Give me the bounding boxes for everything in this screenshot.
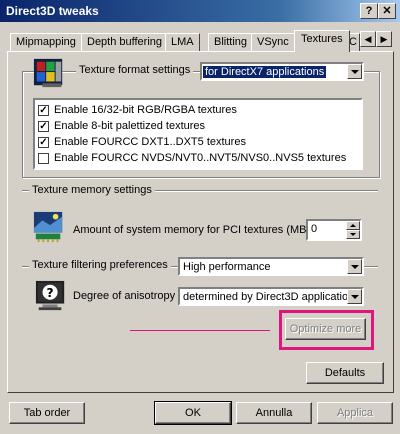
tab-scroll-right-button[interactable]: ▶ — [376, 31, 392, 47]
checkbox-unchecked-icon[interactable] — [38, 153, 49, 164]
checkbox-checked-icon[interactable]: ✓ — [38, 105, 49, 116]
texture-format-label: Texture format settings — [76, 64, 194, 76]
memory-amount-value[interactable]: 0 — [311, 223, 317, 235]
memory-amount-label: Amount of system memory for PCI textures… — [73, 224, 311, 236]
anisotropy-help-icon: ? — [35, 280, 67, 315]
chevron-down-icon[interactable] — [347, 289, 362, 304]
spin-down-icon[interactable] — [346, 230, 360, 239]
tab-vsync[interactable]: VSync — [251, 33, 295, 51]
tab-lma[interactable]: LMA — [165, 33, 200, 51]
tab-depth-buffering[interactable]: Depth buffering — [81, 33, 169, 51]
memory-chip-icon — [33, 211, 65, 246]
defaults-button[interactable]: Defaults — [306, 362, 384, 384]
tab-order-button[interactable]: Tab order — [9, 402, 85, 424]
apply-button[interactable]: Applica — [317, 402, 393, 424]
memory-amount-spinner[interactable]: 0 — [306, 219, 362, 241]
anisotropy-label: Degree of anisotropy — [73, 290, 176, 302]
svg-text:?: ? — [47, 286, 54, 300]
directx-version-value: for DirectX7 applications — [203, 66, 327, 78]
texture-format-icon — [33, 57, 65, 92]
help-button[interactable]: ? — [360, 3, 378, 19]
spin-up-icon[interactable] — [346, 221, 360, 230]
filtering-preference-value: High performance — [183, 261, 271, 273]
tab-scroll-left-button[interactable]: ◀ — [360, 31, 376, 47]
texture-filtering-label: Texture filtering preferences — [29, 259, 171, 271]
ok-button[interactable]: OK — [154, 401, 232, 425]
chevron-down-icon[interactable] — [347, 259, 362, 274]
checkbox-checked-icon[interactable]: ✓ — [38, 121, 49, 132]
filtering-preference-select[interactable]: High performance — [178, 257, 364, 276]
close-button[interactable]: ✕ — [378, 3, 396, 19]
tab-mipmapping[interactable]: Mipmapping — [10, 33, 82, 51]
texture-memory-label: Texture memory settings — [29, 184, 155, 196]
anisotropy-value: determined by Direct3D application — [183, 291, 355, 303]
tab-blitting[interactable]: Blitting — [208, 33, 254, 51]
cancel-button[interactable]: Annulla — [236, 402, 312, 424]
tab-textures[interactable]: Textures — [294, 30, 350, 52]
window-title: Direct3D tweaks — [6, 4, 99, 18]
anisotropy-select[interactable]: determined by Direct3D application — [178, 287, 364, 306]
optimize-more-button[interactable]: Optimize more — [285, 318, 366, 340]
texture-format-list[interactable]: ✓ Enable 16/32-bit RGB/RGBA textures ✓ E… — [33, 98, 363, 170]
directx-version-select[interactable]: for DirectX7 applications — [200, 62, 364, 81]
checkbox-checked-icon[interactable]: ✓ — [38, 137, 49, 148]
chevron-down-icon[interactable] — [347, 64, 362, 79]
annotation-line — [130, 330, 270, 331]
